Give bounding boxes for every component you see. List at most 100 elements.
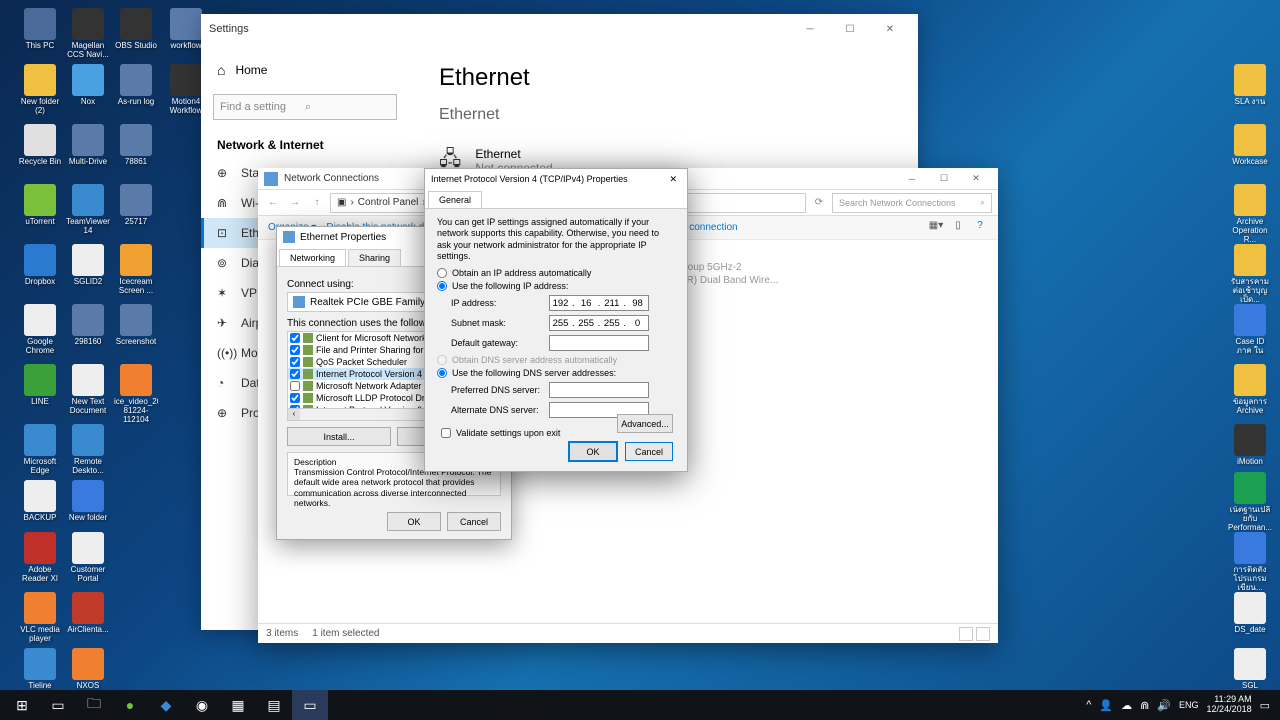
minimize-button[interactable]: ─: [896, 169, 928, 189]
desktop-icon[interactable]: DS_date: [1228, 592, 1272, 635]
desktop-icon[interactable]: Microsoft Edge: [18, 424, 62, 476]
desktop-icon[interactable]: Recycle Bin: [18, 124, 62, 167]
desktop-icon[interactable]: 25717: [114, 184, 158, 227]
desktop-icon[interactable]: 298160: [66, 304, 110, 347]
desktop-icon[interactable]: LINE: [18, 364, 62, 407]
taskbar-icon[interactable]: ▤: [256, 690, 292, 720]
desktop-icon[interactable]: iMotion: [1228, 424, 1272, 467]
tab-sharing[interactable]: Sharing: [348, 249, 401, 266]
gateway-input[interactable]: 0.0.0.0: [549, 335, 649, 351]
desktop-icon[interactable]: การติดตั้ง โปรแกรมเขียน...: [1228, 532, 1272, 592]
search-input[interactable]: Search Network Connections⌕: [832, 193, 992, 213]
desktop-icon[interactable]: Archive Operation R...: [1228, 184, 1272, 244]
volume-icon[interactable]: 🔊: [1157, 699, 1171, 712]
tab-networking[interactable]: Networking: [279, 249, 346, 266]
up-button[interactable]: ↑: [308, 194, 326, 212]
maximize-button[interactable]: ☐: [830, 15, 870, 43]
tab-general[interactable]: General: [428, 191, 482, 208]
taskbar-icon[interactable]: ▦: [220, 690, 256, 720]
desktop-icon[interactable]: OBS Studio: [114, 8, 158, 51]
settings-titlebar[interactable]: Settings ─ ☐ ✕: [201, 14, 918, 44]
ok-button[interactable]: OK: [569, 442, 617, 461]
radio-auto-dns: Obtain DNS server address automatically: [437, 355, 675, 365]
taskbar-icon[interactable]: ▭: [292, 690, 328, 720]
subnet-mask-input[interactable]: 255.255.255.0: [549, 315, 649, 331]
desktop-icon[interactable]: Multi-Drive: [66, 124, 110, 167]
radio-auto-ip[interactable]: Obtain an IP address automatically: [437, 268, 675, 278]
forward-button[interactable]: →: [286, 194, 304, 212]
nav-category: Network & Internet: [201, 128, 409, 158]
utorrent-icon[interactable]: ●: [112, 690, 148, 720]
desktop-icon[interactable]: This PC: [18, 8, 62, 51]
desktop-icon[interactable]: AirClienta...: [66, 592, 110, 635]
search-icon: ⌕: [305, 101, 390, 114]
maximize-button[interactable]: ☐: [928, 169, 960, 189]
desktop-icon[interactable]: Dropbox: [18, 244, 62, 287]
desktop-icon[interactable]: ข้อมูลการ Archive: [1228, 364, 1272, 416]
back-button[interactable]: ←: [264, 194, 282, 212]
clock[interactable]: 11:29 AM 12/24/2018: [1207, 695, 1252, 715]
desktop-icon[interactable]: SGL: [1228, 648, 1272, 691]
view-options-icon[interactable]: ▦▾: [928, 220, 944, 236]
nav-home[interactable]: Home: [201, 54, 409, 86]
settings-search[interactable]: Find a setting⌕: [213, 94, 397, 120]
tray-chevron-icon[interactable]: ^: [1086, 699, 1091, 711]
help-icon[interactable]: ?: [972, 220, 988, 236]
network-icon[interactable]: ⋒: [1140, 699, 1149, 712]
close-button[interactable]: ✕: [870, 15, 910, 43]
desktop-icon[interactable]: Adobe Reader XI: [18, 532, 62, 584]
refresh-button[interactable]: ⟳: [810, 194, 828, 212]
desktop-icon[interactable]: NXOS: [66, 648, 110, 691]
preview-pane-icon[interactable]: ▯: [950, 220, 966, 236]
chrome-icon[interactable]: ◉: [184, 690, 220, 720]
language-indicator[interactable]: ENG: [1179, 700, 1199, 710]
desktop-icon[interactable]: รับสารคาม ต่อเช้าบุญเป็ด...: [1228, 244, 1272, 304]
desktop-icon[interactable]: Customer Portal: [66, 532, 110, 584]
desktop-icon[interactable]: SLA งาน: [1228, 64, 1272, 107]
desktop-icon[interactable]: Nox: [66, 64, 110, 107]
desktop-icon[interactable]: VLC media player: [18, 592, 62, 644]
start-button[interactable]: ⊞: [4, 690, 40, 720]
desktop-icon[interactable]: uTorrent: [18, 184, 62, 227]
close-button[interactable]: ✕: [960, 169, 992, 189]
ok-button[interactable]: OK: [387, 512, 441, 531]
notification-icon[interactable]: ▭: [1260, 699, 1270, 712]
desktop-icon[interactable]: Remote Deskto...: [66, 424, 110, 476]
radio-static-ip[interactable]: Use the following IP address:: [437, 281, 675, 291]
desktop-icon[interactable]: BACKUP: [18, 480, 62, 523]
desktop-icon[interactable]: Workcase: [1228, 124, 1272, 167]
preferred-dns-input[interactable]: 0.0.0.0: [549, 382, 649, 398]
install-button[interactable]: Install...: [287, 427, 391, 446]
onedrive-icon[interactable]: ☁: [1121, 699, 1132, 712]
desktop-icon[interactable]: As-run log: [114, 64, 158, 107]
desktop-icon[interactable]: Icecream Screen ...: [114, 244, 158, 296]
minimize-button[interactable]: ─: [790, 15, 830, 43]
radio-static-dns[interactable]: Use the following DNS server addresses:: [437, 368, 675, 378]
desktop-icon[interactable]: Magellan CCS Navi...: [66, 8, 110, 60]
view-large-icon[interactable]: [976, 627, 990, 641]
search-icon: ⌕: [980, 197, 985, 208]
taskbar: ⊞ ▭ 🗀 ● ◆ ◉ ▦ ▤ ▭ ^ 👤 ☁ ⋒ 🔊 ENG 11:29 AM…: [0, 690, 1280, 720]
advanced-button[interactable]: Advanced...: [617, 414, 673, 433]
desktop-icon[interactable]: Google Chrome: [18, 304, 62, 356]
desktop-icon[interactable]: TeamViewer 14: [66, 184, 110, 236]
teamviewer-icon[interactable]: ◆: [148, 690, 184, 720]
desktop-icon[interactable]: Case ID ภาค ใน: [1228, 304, 1272, 356]
ip-address-input[interactable]: 192.16.211.98: [549, 295, 649, 311]
file-explorer-icon[interactable]: 🗀: [76, 690, 112, 720]
cancel-button[interactable]: Cancel: [447, 512, 501, 531]
desktop-icon[interactable]: New folder (2): [18, 64, 62, 116]
desktop-icon[interactable]: เน็ตฐานเปลียกับ Performan...: [1228, 472, 1272, 532]
ip-titlebar[interactable]: Internet Protocol Version 4 (TCP/IPv4) P…: [425, 169, 687, 189]
desktop-icon[interactable]: Screenshot: [114, 304, 158, 347]
close-button[interactable]: ✕: [665, 174, 681, 185]
cancel-button[interactable]: Cancel: [625, 442, 673, 461]
task-view-button[interactable]: ▭: [40, 690, 76, 720]
people-icon[interactable]: 👤: [1099, 699, 1113, 712]
desktop-icon[interactable]: 78861: [114, 124, 158, 167]
view-details-icon[interactable]: [959, 627, 973, 641]
desktop-icon[interactable]: ice_video_201 81224-112104: [114, 364, 158, 424]
desktop-icon[interactable]: New folder: [66, 480, 110, 523]
desktop-icon[interactable]: SGLID2: [66, 244, 110, 287]
desktop-icon[interactable]: New Text Document: [66, 364, 110, 416]
